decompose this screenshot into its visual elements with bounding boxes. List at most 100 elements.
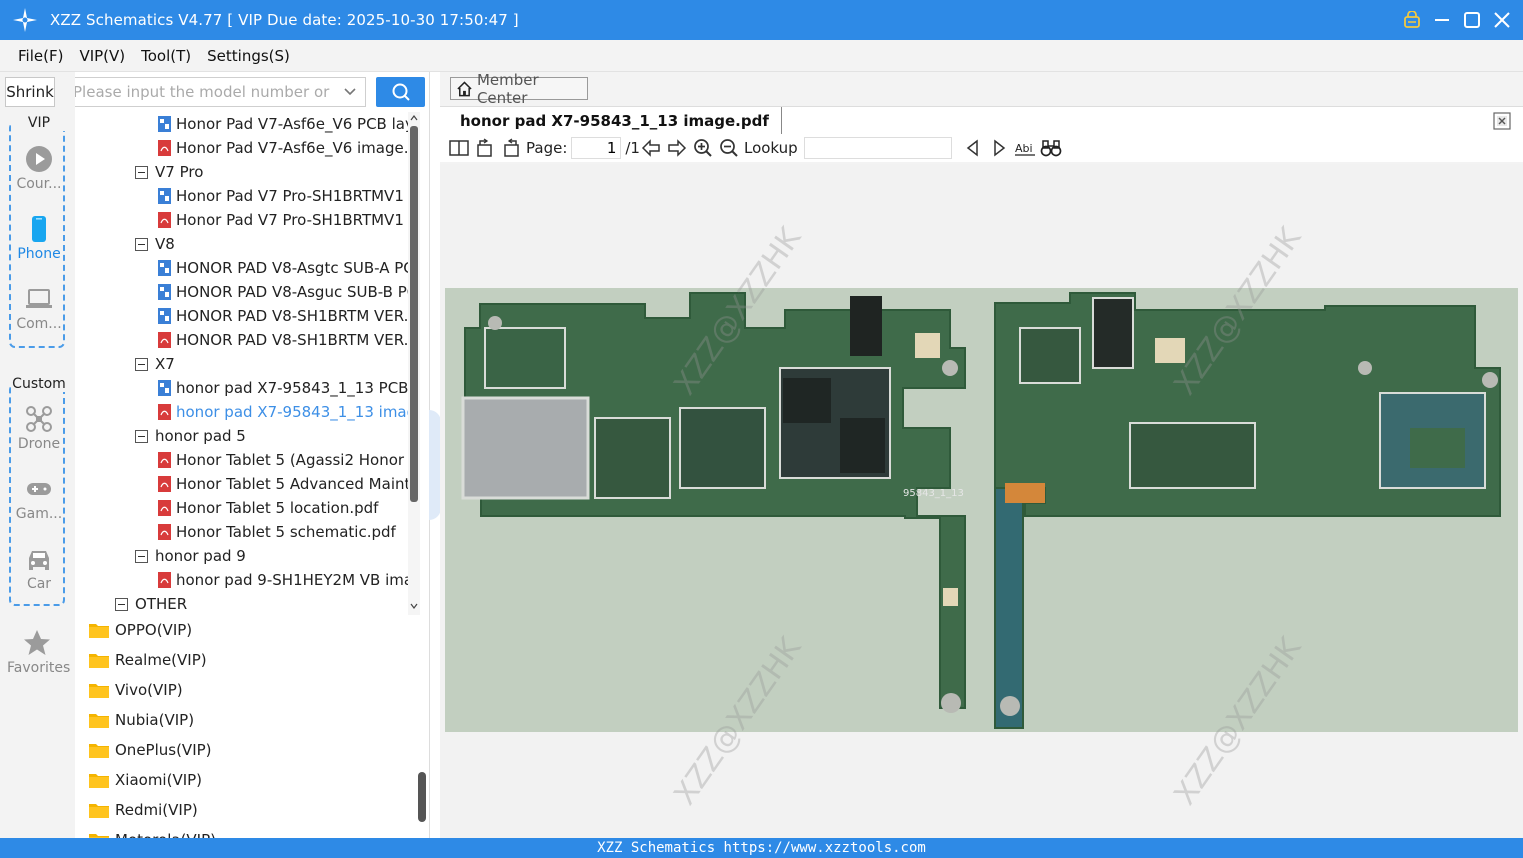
zoom-out-icon[interactable] bbox=[718, 137, 740, 159]
window-title: XZZ Schematics V4.77 [ VIP Due date: 202… bbox=[50, 11, 519, 29]
brand-folder-item[interactable]: Xiaomi(VIP) bbox=[89, 768, 202, 792]
tree-node-label: honor pad 9-SH1HEY2M VB image bbox=[176, 571, 420, 589]
rail-item-phone[interactable]: Phone bbox=[11, 214, 67, 262]
tree-file-node[interactable]: HONOR PAD V8-SH1BRTM VER.E i bbox=[157, 328, 420, 352]
brand-folder-label: Motorola(VIP) bbox=[115, 831, 216, 838]
member-center-button[interactable]: Member Center bbox=[450, 71, 588, 107]
tree-node-label: Honor Pad V7 Pro-SH1BRTMV1 VE bbox=[176, 187, 420, 205]
binoculars-icon[interactable] bbox=[1040, 137, 1062, 159]
tree-file-node[interactable]: honor pad X7-95843_1_13 PCB laye bbox=[157, 376, 420, 400]
rotate-left-icon[interactable] bbox=[474, 137, 496, 159]
brand-folder-item[interactable]: Nubia(VIP) bbox=[89, 708, 194, 732]
maximize-button[interactable] bbox=[1461, 9, 1483, 31]
rail-item-drone[interactable]: Drone bbox=[11, 404, 67, 452]
tree-file-node[interactable]: Honor Tablet 5 Advanced Mainten bbox=[157, 472, 420, 496]
collapse-toggle-icon[interactable] bbox=[135, 357, 148, 371]
rail-item-favorites[interactable]: Favorites bbox=[7, 628, 70, 676]
file-tree-panel: Honor Pad V7-Asf6e_V6 PCB layer. Honor Pa… bbox=[75, 72, 430, 838]
tree-file-node[interactable]: Honor Pad V7 Pro-SH1BRTMV1 VE bbox=[157, 208, 420, 232]
folder-icon bbox=[89, 804, 109, 818]
pdf-file-icon bbox=[158, 476, 171, 492]
vip-lock-icon[interactable] bbox=[1401, 9, 1423, 31]
tree-node-label: Honor Tablet 5 (Agassi2 Honor Edi bbox=[176, 451, 420, 469]
search-input[interactable] bbox=[75, 83, 333, 101]
find-next-icon[interactable] bbox=[988, 137, 1010, 159]
brand-folder-item[interactable]: OnePlus(VIP) bbox=[89, 738, 212, 762]
close-tab-icon[interactable] bbox=[1493, 112, 1511, 130]
find-previous-icon[interactable] bbox=[962, 137, 984, 159]
tree-file-node[interactable]: Honor Pad V7-Asf6e_V6 image.pdf bbox=[157, 136, 420, 160]
tree-node-label: Honor Tablet 5 location.pdf bbox=[176, 499, 379, 517]
tree-group-node[interactable]: V8 bbox=[135, 232, 175, 256]
brand-folder-label: Redmi(VIP) bbox=[115, 801, 198, 819]
previous-page-arrow-icon[interactable] bbox=[640, 137, 662, 159]
tree-group-node[interactable]: honor pad 5 bbox=[135, 424, 246, 448]
tree-group-node[interactable]: X7 bbox=[135, 352, 175, 376]
brand-folder-item[interactable]: Vivo(VIP) bbox=[89, 678, 183, 702]
panel-scrollbar-thumb[interactable] bbox=[418, 772, 426, 822]
rail-item-game[interactable]: Gam... bbox=[11, 474, 67, 522]
pdf-file-icon bbox=[158, 332, 171, 348]
folder-icon bbox=[89, 714, 109, 728]
chevron-down-icon[interactable] bbox=[343, 85, 357, 99]
tree-scrollbar[interactable] bbox=[408, 112, 420, 615]
brand-folder-item[interactable]: Realme(VIP) bbox=[89, 648, 207, 672]
collapse-toggle-icon[interactable] bbox=[135, 549, 148, 563]
tree-file-node[interactable]: Honor Tablet 5 schematic.pdf bbox=[157, 520, 396, 544]
document-tab[interactable]: honor pad X7-95843_1_13 image.pdf bbox=[448, 107, 782, 135]
tree-file-node[interactable]: HONOR PAD V8-SH1BRTM VER.E N bbox=[157, 304, 420, 328]
tree-file-node[interactable]: Honor Tablet 5 location.pdf bbox=[157, 496, 378, 520]
rotate-right-icon[interactable] bbox=[500, 137, 522, 159]
pdf-page-viewport[interactable]: 95843_1_13 XZZ@XZZHK XZZ@XZZHK XZZ@XZZHK… bbox=[440, 164, 1523, 838]
tree-group-node[interactable]: V7 Pro bbox=[135, 160, 203, 184]
pcb-file-icon bbox=[158, 284, 171, 300]
pcb-file-icon bbox=[158, 116, 171, 132]
tree-file-node[interactable]: honor pad X7-95843_1_13 image.p bbox=[157, 400, 420, 424]
search-button[interactable] bbox=[376, 77, 425, 107]
tree-file-node[interactable]: HONOR PAD V8-Asguc SUB-B PCB bbox=[157, 280, 420, 304]
lookup-label: Lookup bbox=[743, 139, 798, 157]
tree-file-node[interactable]: Honor Pad V7 Pro-SH1BRTMV1 VE bbox=[157, 184, 420, 208]
menu-settings[interactable]: Settings(S) bbox=[207, 47, 290, 65]
scroll-up-icon[interactable] bbox=[410, 114, 418, 122]
drone-icon bbox=[26, 406, 52, 432]
brand-folder-item[interactable]: Motorola(VIP) bbox=[89, 828, 216, 838]
two-page-view-icon[interactable] bbox=[448, 137, 470, 159]
menu-tool[interactable]: Tool(T) bbox=[141, 47, 191, 65]
pcb-file-icon bbox=[158, 260, 171, 276]
collapse-toggle-icon[interactable] bbox=[115, 597, 128, 611]
search-combobox[interactable] bbox=[75, 77, 366, 107]
lookup-input[interactable] bbox=[803, 137, 952, 159]
match-case-icon[interactable]: Abi bbox=[1014, 137, 1036, 159]
gamepad-icon bbox=[27, 483, 51, 495]
scroll-down-icon[interactable] bbox=[410, 602, 418, 610]
tree-node-label: HONOR PAD V8-SH1BRTM VER.E N bbox=[176, 307, 420, 325]
tree-group-node[interactable]: honor pad 9 bbox=[135, 544, 246, 568]
menu-file[interactable]: File(F) bbox=[18, 47, 63, 65]
shrink-button[interactable]: Shrink bbox=[5, 77, 55, 107]
scrollbar-thumb[interactable] bbox=[410, 126, 418, 502]
rail-item-label: Phone bbox=[17, 246, 61, 262]
collapse-toggle-icon[interactable] bbox=[135, 429, 148, 443]
brand-folder-item[interactable]: OPPO(VIP) bbox=[89, 618, 192, 642]
custom-group-label: Custom bbox=[11, 376, 67, 392]
minimize-button[interactable] bbox=[1431, 9, 1453, 31]
rail-item-courses[interactable]: Cour... bbox=[11, 144, 67, 192]
rail-item-computer[interactable]: Com... bbox=[11, 284, 67, 332]
tree-file-node[interactable]: HONOR PAD V8-Asgtc SUB-A PCB bbox=[157, 256, 420, 280]
tree-file-node[interactable]: Honor Tablet 5 (Agassi2 Honor Edi bbox=[157, 448, 420, 472]
tree-node-label: Honor Tablet 5 Advanced Mainten bbox=[176, 475, 420, 493]
tree-group-node[interactable]: OTHER bbox=[115, 592, 187, 615]
tree-file-node[interactable]: honor pad 9-SH1HEY2M VB image bbox=[157, 568, 420, 592]
page-number-input[interactable] bbox=[571, 137, 622, 159]
next-page-arrow-icon[interactable] bbox=[666, 137, 688, 159]
collapse-toggle-icon[interactable] bbox=[135, 237, 148, 251]
rail-item-car[interactable]: Car bbox=[11, 544, 67, 592]
collapse-toggle-icon[interactable] bbox=[135, 165, 148, 179]
tree-file-node[interactable]: Honor Pad V7-Asf6e_V6 PCB layer. bbox=[157, 112, 420, 136]
brand-folder-item[interactable]: Redmi(VIP) bbox=[89, 798, 198, 822]
close-button[interactable] bbox=[1491, 9, 1513, 31]
menu-vip[interactable]: VIP(V) bbox=[79, 47, 125, 65]
zoom-in-icon[interactable] bbox=[692, 137, 714, 159]
tree-node-label: honor pad 5 bbox=[155, 427, 246, 445]
